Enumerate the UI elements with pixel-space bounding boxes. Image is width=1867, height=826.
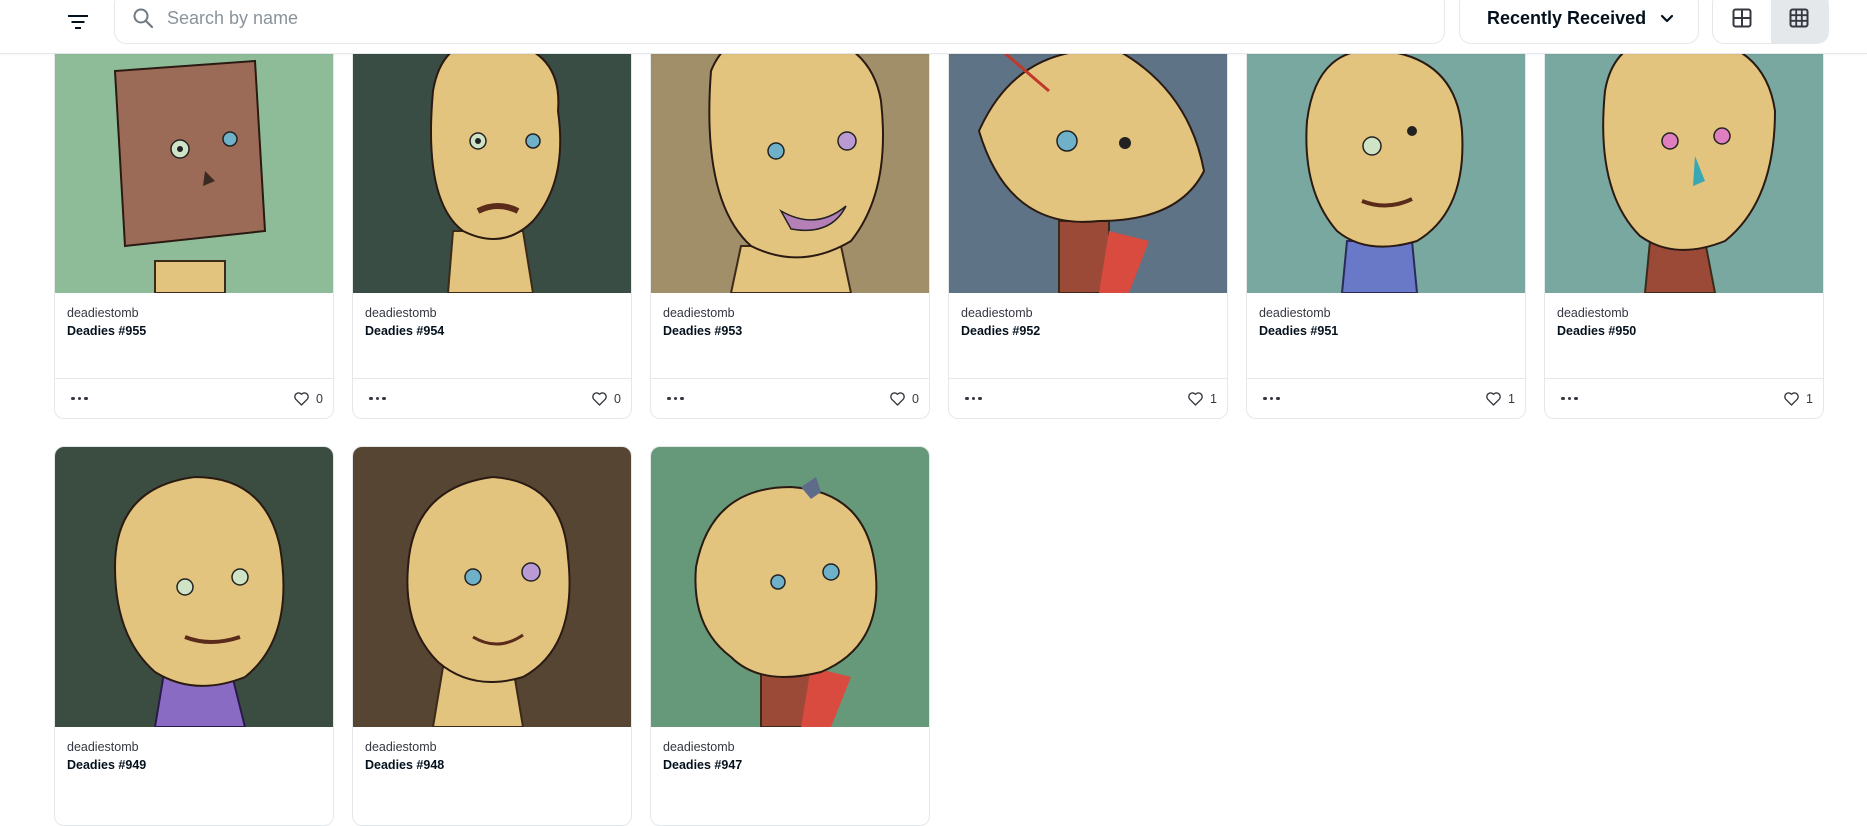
sort-label: Recently Received [1487,7,1647,28]
nft-card[interactable]: deadiestomb Deadies #951 1 [1246,30,1526,419]
heart-icon [1486,392,1501,406]
more-options-icon[interactable] [663,393,688,405]
nft-card[interactable]: deadiestomb Deadies #950 1 [1544,30,1824,419]
favorite-button[interactable]: 1 [1187,391,1217,406]
nft-image[interactable] [651,447,929,727]
favorite-button[interactable]: 0 [591,391,621,406]
collection-name[interactable]: deadiestomb [365,739,444,755]
collection-name[interactable]: deadiestomb [365,305,444,321]
nft-image[interactable] [1247,31,1525,293]
large-grid-view-button[interactable] [1713,0,1771,43]
search-input[interactable] [165,6,1369,30]
grid-small-icon [1789,8,1809,28]
item-name[interactable]: Deadies #954 [365,323,444,339]
heart-icon [294,392,309,406]
more-options-icon[interactable] [365,393,390,405]
toolbar: Recently Received [0,0,1867,54]
more-options-icon[interactable] [1557,393,1582,405]
deadie-artwork [353,447,631,727]
nft-image[interactable] [651,31,929,293]
more-options-icon[interactable] [961,393,986,405]
nft-card[interactable]: deadiestomb Deadies #954 0 [352,30,632,419]
favorite-button[interactable]: 0 [889,391,919,406]
deadie-artwork [651,447,929,727]
heart-icon [1784,392,1799,406]
more-options-icon[interactable] [1259,393,1284,405]
collection-name[interactable]: deadiestomb [663,739,742,755]
collection-name[interactable]: deadiestomb [663,305,742,321]
search-box [114,0,1445,44]
nft-card[interactable]: deadiestomb Deadies #948 [352,446,632,826]
view-toggle [1712,0,1829,44]
item-name[interactable]: Deadies #953 [663,323,742,339]
sort-dropdown[interactable]: Recently Received [1459,0,1699,44]
deadie-artwork [353,31,631,293]
nft-card[interactable]: deadiestomb Deadies #949 [54,446,334,826]
like-count: 0 [316,391,323,406]
nft-image[interactable] [1545,31,1823,293]
deadie-artwork [1247,31,1525,293]
more-options-icon[interactable] [67,393,92,405]
grid-large-icon [1732,8,1752,28]
deadie-artwork [1545,31,1823,293]
deadie-artwork [55,31,333,293]
filter-button[interactable] [60,4,96,40]
collection-name[interactable]: deadiestomb [67,739,146,755]
collection-name[interactable]: deadiestomb [961,305,1040,321]
deadie-artwork [55,447,333,727]
nft-image[interactable] [55,31,333,293]
item-name[interactable]: Deadies #948 [365,757,444,773]
like-count: 1 [1806,391,1813,406]
collection-name[interactable]: deadiestomb [1259,305,1338,321]
deadie-artwork [651,31,929,293]
item-name[interactable]: Deadies #951 [1259,323,1338,339]
nft-image[interactable] [353,31,631,293]
item-name[interactable]: Deadies #952 [961,323,1040,339]
collection-name[interactable]: deadiestomb [1557,305,1636,321]
item-name[interactable]: Deadies #950 [1557,323,1636,339]
heart-icon [1188,392,1203,406]
nft-image[interactable] [353,447,631,727]
nft-image[interactable] [949,31,1227,293]
favorite-button[interactable]: 1 [1485,391,1515,406]
nft-card[interactable]: deadiestomb Deadies #952 1 [948,30,1228,419]
item-name[interactable]: Deadies #949 [67,757,146,773]
like-count: 0 [912,391,919,406]
search-icon [131,6,155,30]
small-grid-view-button[interactable] [1770,0,1828,43]
like-count: 1 [1210,391,1217,406]
like-count: 0 [614,391,621,406]
nft-card[interactable]: deadiestomb Deadies #955 0 [54,30,334,419]
nft-image[interactable] [55,447,333,727]
heart-icon [890,392,905,406]
nft-card[interactable]: deadiestomb Deadies #947 [650,446,930,826]
favorite-button[interactable]: 0 [293,391,323,406]
item-name[interactable]: Deadies #947 [663,757,742,773]
item-name[interactable]: Deadies #955 [67,323,146,339]
heart-icon [592,392,607,406]
deadie-artwork [949,31,1227,293]
favorite-button[interactable]: 1 [1783,391,1813,406]
chevron-down-icon [1660,14,1674,22]
nft-card[interactable]: deadiestomb Deadies #953 0 [650,30,930,419]
filter-icon [68,15,88,29]
collection-name[interactable]: deadiestomb [67,305,146,321]
like-count: 1 [1508,391,1515,406]
